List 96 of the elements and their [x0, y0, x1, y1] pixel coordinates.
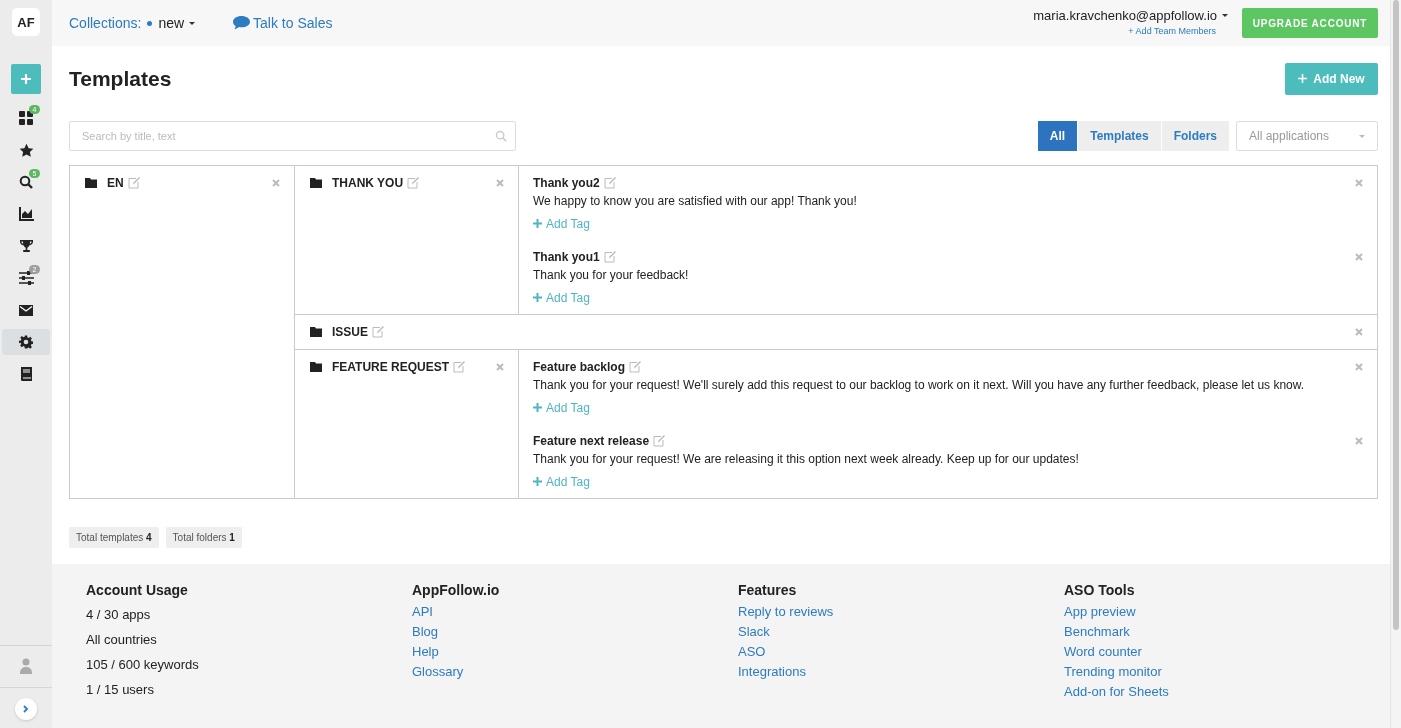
template-title: Thank you2	[533, 176, 600, 190]
add-tag-link[interactable]: Add Tag	[533, 400, 590, 415]
close-icon[interactable]	[496, 363, 504, 371]
footer-heading: Account Usage	[86, 582, 189, 598]
usage-text: 105 / 600 keywords	[86, 656, 200, 674]
user-icon[interactable]	[19, 658, 33, 675]
collections-label: Collections:	[69, 15, 142, 31]
expand-button[interactable]	[15, 698, 37, 720]
footer-link[interactable]: Help	[412, 642, 738, 662]
chat-bubble-icon	[233, 16, 251, 30]
close-icon[interactable]	[1355, 179, 1363, 187]
search-field[interactable]: Search by title, text	[69, 121, 516, 151]
collection-dropdown[interactable]: new	[141, 15, 196, 31]
template-text: Thank you for your request! We are releasing it this option next week already. Keep up for our updates!	[533, 451, 1080, 467]
footer-link[interactable]: API	[412, 602, 738, 622]
chart-icon	[18, 207, 34, 221]
footer-link[interactable]: Benchmark	[1064, 622, 1390, 642]
template-title: Feature backlog	[533, 360, 626, 374]
plus-icon	[533, 477, 542, 486]
folder-name: FEATURE REQUEST	[332, 360, 450, 374]
talk-to-sales-link[interactable]: Talk to Sales	[233, 15, 333, 31]
plus-icon	[533, 219, 542, 228]
filter-tab[interactable]: Templates	[1078, 121, 1162, 151]
filter-tab[interactable]: All	[1037, 121, 1079, 151]
footer-link[interactable]: App preview	[1064, 602, 1390, 622]
applications-dropdown[interactable]: All applications	[1236, 121, 1378, 151]
upgrade-account-button[interactable]: UPGRADE ACCOUNT	[1242, 8, 1378, 38]
close-icon[interactable]	[1355, 363, 1363, 371]
total-count-label: Total templates 4	[69, 527, 159, 548]
folder-name: EN	[107, 176, 124, 190]
close-icon[interactable]	[1355, 328, 1363, 336]
close-icon[interactable]	[1355, 253, 1363, 261]
folder-icon	[310, 327, 322, 337]
plus-icon	[533, 293, 542, 302]
chevron-right-icon	[23, 705, 29, 713]
plus-icon	[533, 403, 542, 412]
folder-icon	[310, 362, 322, 372]
folder-icon	[85, 178, 97, 188]
template-title: Feature next release	[533, 434, 650, 448]
template-text: Thank you for your feedback!	[533, 267, 690, 283]
edit-icon[interactable]	[127, 177, 140, 189]
footer-link[interactable]: Blog	[412, 622, 738, 642]
footer-heading: AppFollow.io	[412, 582, 501, 598]
usage-text: All countries	[86, 631, 158, 649]
close-icon[interactable]	[272, 179, 280, 187]
mail-icon	[19, 304, 33, 316]
edit-icon[interactable]	[653, 435, 666, 447]
close-icon[interactable]	[496, 179, 504, 187]
trophy-icon	[18, 239, 34, 253]
add-button[interactable]	[11, 64, 41, 94]
search-icon	[19, 175, 33, 189]
edit-icon[interactable]	[603, 177, 616, 189]
folder-icon	[310, 178, 322, 188]
sliders-icon	[18, 271, 34, 285]
search-icon	[495, 130, 507, 142]
footer-link[interactable]: Add-on for Sheets	[1064, 682, 1390, 702]
usage-text: 1 / 15 users	[86, 681, 155, 699]
star-icon	[18, 142, 34, 158]
add-tag-link[interactable]: Add Tag	[533, 290, 590, 305]
footer-link[interactable]: Glossary	[412, 662, 738, 682]
book-icon	[20, 367, 32, 381]
logo: AF	[12, 8, 40, 36]
edit-icon[interactable]	[629, 361, 642, 373]
nav-item[interactable]	[2, 329, 50, 355]
folder-name: ISSUE	[332, 325, 368, 339]
template-title: Thank you1	[533, 250, 600, 264]
footer-link[interactable]: Reply to reviews	[738, 602, 1064, 622]
page-title: Templates	[69, 66, 172, 91]
scrollbar[interactable]	[1390, 0, 1401, 728]
edit-icon[interactable]	[407, 177, 420, 189]
footer-heading: Features	[738, 582, 798, 598]
plus-icon	[1298, 74, 1308, 83]
template-text: We happy to know you are satisfied with our app! Thank you!	[533, 193, 858, 209]
filter-tab[interactable]: Folders	[1161, 121, 1230, 151]
folder-name: THANK YOU	[332, 176, 404, 190]
settings-icon	[19, 335, 33, 349]
user-menu[interactable]: maria.kravchenko@appfollow.io	[1033, 8, 1228, 23]
usage-text: 4 / 30 apps	[86, 606, 152, 624]
grid-icon	[19, 111, 33, 125]
template-text: Thank you for your request! We'll surely add this request to our backlog to work on it next. Will you have any further feedback, please let us know.	[533, 377, 1306, 393]
add-tag-link[interactable]: Add Tag	[533, 216, 590, 231]
edit-icon[interactable]	[453, 361, 466, 373]
total-count-label: Total folders 1	[165, 527, 242, 548]
add-tag-link[interactable]: Add Tag	[533, 474, 590, 489]
footer-link[interactable]: ASO	[738, 642, 1064, 662]
footer-link[interactable]: Trending monitor	[1064, 662, 1390, 682]
plus-icon	[20, 73, 32, 85]
footer-link[interactable]: Integrations	[738, 662, 1064, 682]
footer-link[interactable]: Word counter	[1064, 642, 1390, 662]
add-new-button[interactable]: Add New	[1285, 62, 1378, 95]
footer-heading: ASO Tools	[1064, 582, 1136, 598]
footer-link[interactable]: Slack	[738, 622, 1064, 642]
add-team-members-link[interactable]: + Add Team Members	[1128, 26, 1216, 36]
close-icon[interactable]	[1355, 437, 1363, 445]
edit-icon[interactable]	[372, 326, 384, 338]
edit-icon[interactable]	[603, 251, 616, 263]
